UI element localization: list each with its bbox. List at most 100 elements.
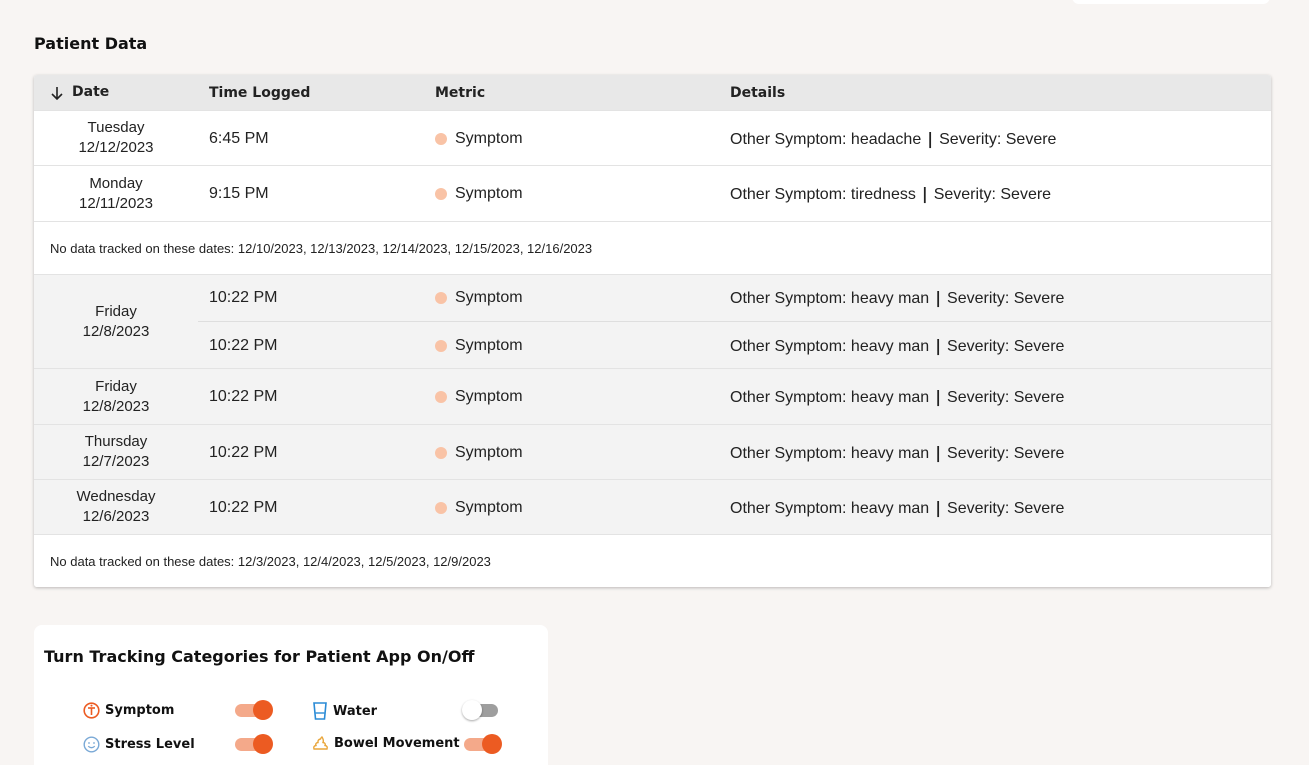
table-row: Tuesday 12/12/2023 6:45 PM Symptom Other… [34,110,1271,165]
metric-dot-icon [435,339,447,352]
table-row: Friday 12/8/2023 10:22 PM Symptom Other … [34,274,1271,368]
time-logged: 6:45 PM [209,129,269,147]
column-header-date-label: Date [72,84,110,100]
date-label: 12/12/2023 [78,139,154,156]
category-bowel-movement: Bowel Movement [312,736,460,751]
separator: | [935,387,942,406]
category-stress-level: Stress Level [83,736,195,753]
details-cell: Other Symptom: headache | Severity: Severe [730,129,1056,149]
separator: | [921,184,928,203]
bowel-movement-toggle[interactable] [464,733,502,755]
top-search-box-fragment [1072,0,1270,4]
water-toggle[interactable] [462,699,502,721]
symptom-detail: Other Symptom: heavy man [730,444,930,462]
table-row: Monday 12/11/2023 9:15 PM Symptom Other … [34,165,1271,221]
water-glass-icon [313,702,327,720]
symptom-detail: Other Symptom: heavy man [730,337,930,355]
metric-label: Symptom [455,185,523,202]
no-data-row: No data tracked on these dates: 12/10/20… [34,221,1271,274]
day-label: Thursday [84,433,148,450]
entry-row: 10:22 PM Symptom Other Symptom: heavy ma… [198,425,1271,480]
time-logged: 10:22 PM [209,388,278,405]
stress-level-toggle[interactable] [235,733,273,755]
metric-label: Symptom [455,443,523,461]
severity-detail: Severity: Severe [947,389,1065,406]
no-data-row: No data tracked on these dates: 12/3/202… [34,534,1271,587]
category-label: Water [333,703,378,719]
date-label: 12/8/2023 [82,397,150,415]
metric-dot-icon [435,292,447,304]
table-row: Friday 12/8/2023 10:22 PM Symptom Other … [34,368,1271,424]
column-header-details[interactable]: Details [730,75,785,110]
separator: | [935,335,942,355]
category-label: Stress Level [105,737,195,752]
time-logged: 10:22 PM [209,443,278,461]
metric-dot-icon [435,188,447,200]
metric-cell: Symptom [435,130,523,148]
column-header-time[interactable]: Time Logged [209,75,310,110]
severity-detail: Severity: Severe [947,337,1065,355]
entry-row: 9:15 PM Symptom Other Symptom: tiredness… [198,166,1271,222]
category-label: Bowel Movement [334,736,460,751]
table-row: Thursday 12/7/2023 10:22 PM Symptom Othe… [34,424,1271,479]
metric-cell: Symptom [435,388,523,406]
toggle-knob [253,734,273,754]
column-header-metric[interactable]: Metric [435,75,485,110]
metric-label: Symptom [455,336,523,354]
separator: | [935,288,942,307]
symptom-detail: Other Symptom: headache [730,130,922,148]
details-cell: Other Symptom: heavy man | Severity: Sever… [730,443,1064,463]
details-cell: Other Symptom: heavy man | Severity: Sever… [730,387,1064,407]
metric-cell: Symptom [435,185,523,203]
date-cell: Tuesday 12/12/2023 [34,111,198,165]
time-logged: 9:15 PM [209,185,269,202]
day-label: Friday [95,377,137,395]
category-label: Symptom [105,703,175,718]
symptom-detail: Other Symptom: heavy man [730,389,930,406]
category-symptom: Symptom [83,702,174,719]
metric-dot-icon [435,446,447,459]
day-label: Wednesday [76,488,156,505]
entry-row: 6:45 PM Symptom Other Symptom: headache |… [198,111,1271,166]
details-cell: Other Symptom: tiredness | Severity: Sever… [730,184,1051,204]
severity-detail: Severity: Severe [947,499,1065,517]
time-logged: 10:22 PM [209,498,278,516]
separator: | [935,497,942,517]
patient-data-table: Date Time Logged Metric Details Tuesday … [34,75,1271,587]
toggle-knob [482,734,502,754]
date-label: 12/8/2023 [82,322,150,340]
section-title: Patient Data [34,34,148,53]
date-cell: Friday 12/8/2023 [34,275,198,368]
metric-label: Symptom [455,289,523,306]
tracking-categories-panel: Turn Tracking Categories for Patient App… [34,625,548,765]
toggle-knob [462,700,482,720]
category-water: Water [312,702,377,720]
date-label: 12/11/2023 [79,194,153,212]
date-label: 12/6/2023 [82,508,150,525]
metric-cell: Symptom [435,444,523,462]
day-label: Tuesday [87,119,145,136]
date-cell: Friday 12/8/2023 [34,369,198,424]
date-cell: Monday 12/11/2023 [34,166,198,221]
severity-detail: Severity: Severe [947,290,1065,307]
entry-row: 10:22 PM Symptom Other Symptom: heavy ma… [198,369,1271,425]
severity-detail: Severity: Severe [939,130,1057,148]
time-logged: 10:22 PM [209,336,278,354]
symptom-toggle[interactable] [235,699,273,721]
metric-label: Symptom [455,498,523,516]
metric-label: Symptom [455,388,523,405]
column-header-date[interactable]: Date [50,75,109,110]
separator: | [935,442,942,462]
toggle-knob [253,700,273,720]
metric-dot-icon [435,391,447,403]
separator: | [927,128,934,148]
entry-row: 10:22 PM Symptom Other Symptom: heavy ma… [198,275,1271,321]
smiley-face-icon [83,736,100,753]
day-label: Friday [95,302,137,320]
entry-row: 10:22 PM Symptom Other Symptom: heavy ma… [198,321,1271,369]
entry-row: 10:22 PM Symptom Other Symptom: heavy ma… [198,480,1271,535]
metric-cell: Symptom [435,499,523,517]
metric-cell: Symptom [435,289,523,307]
table-header: Date Time Logged Metric Details [34,75,1271,110]
details-cell: Other Symptom: heavy man | Severity: Sever… [730,288,1064,308]
